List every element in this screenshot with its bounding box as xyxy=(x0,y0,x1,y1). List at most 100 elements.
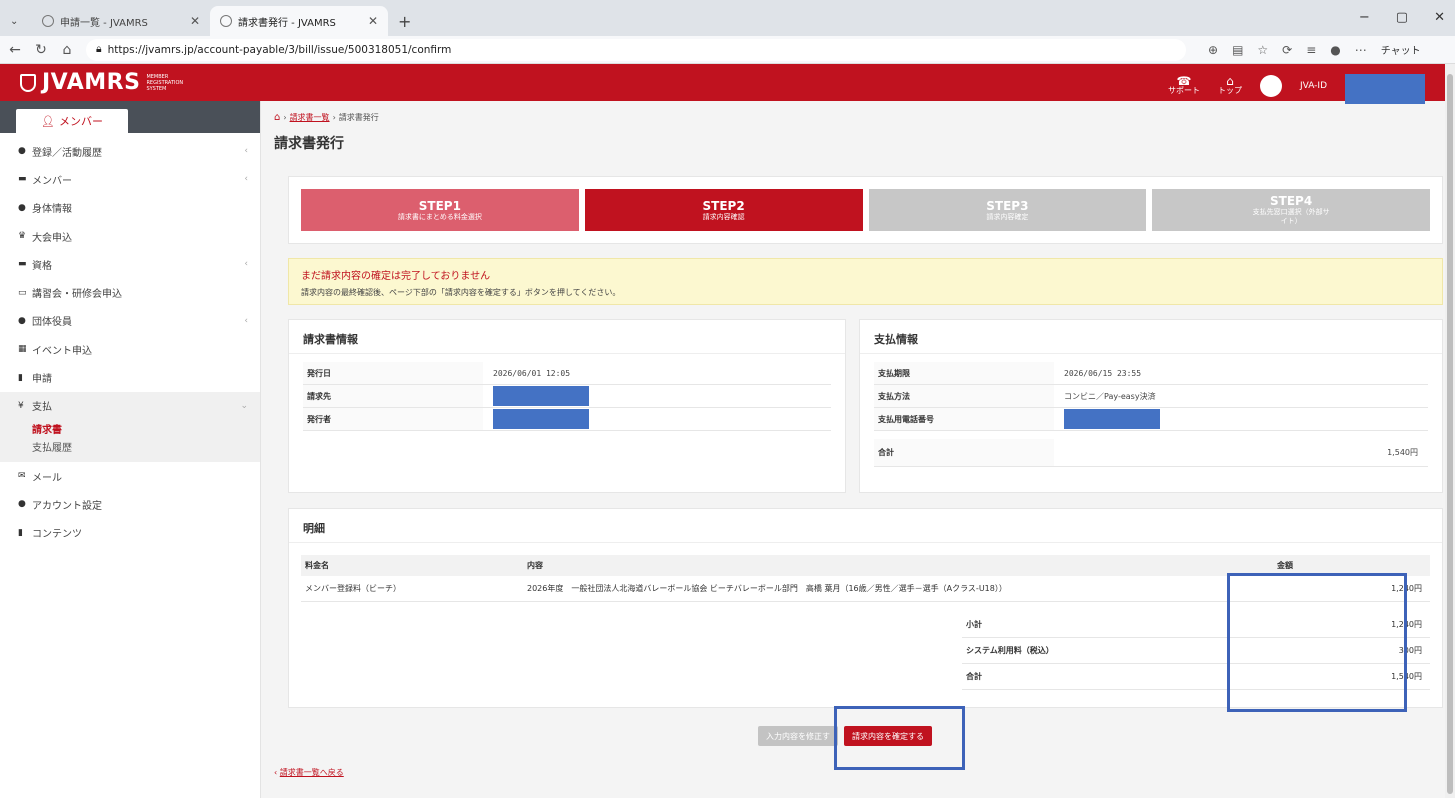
sidebar-item-contents[interactable]: ▮ コンテンツ xyxy=(0,519,260,547)
header-content: 内容 xyxy=(527,561,543,570)
more-icon[interactable]: ⋯ xyxy=(1355,43,1367,57)
issuer-row: 発行者 xyxy=(303,408,831,431)
sidebar-item-label: イベント申込 xyxy=(32,345,92,357)
browser-tab-active[interactable]: 請求書発行 - JVAMRS ✕ xyxy=(210,6,388,36)
sidebar-subitem-invoice[interactable]: 請求書 xyxy=(0,420,260,438)
minimize-icon[interactable]: − xyxy=(1359,10,1370,25)
user-avatar-icon[interactable] xyxy=(1259,75,1282,97)
method-row: 支払方法 コンビニ／Pay-easy決済 xyxy=(874,385,1428,408)
step-3: STEP3 請求内容確定 xyxy=(868,189,1147,231)
extensions-icon[interactable]: ⟳ xyxy=(1282,43,1292,57)
tab-close-icon[interactable]: ✕ xyxy=(190,14,200,28)
due-value: 2026/06/15 23:55 xyxy=(1064,368,1142,378)
mail-icon: ✉ xyxy=(18,471,26,482)
browser-tab-inactive[interactable]: 申請一覧 - JVAMRS ✕ xyxy=(32,6,210,36)
sidebar-item-officer[interactable]: ● 団体役員 ‹ xyxy=(0,307,260,335)
trophy-icon: ♛ xyxy=(18,231,27,242)
sidebar-item-label: 講習会・研修会申込 xyxy=(32,289,122,301)
person-plus-icon: ● xyxy=(18,202,26,213)
tab-favicon-icon xyxy=(42,15,54,27)
step-1: STEP1 請求書にまとめる料金選択 xyxy=(301,189,579,231)
sidebar-item-qualification[interactable]: ▬ 資格 ‹ xyxy=(0,250,260,278)
breadcrumb-link-invoice-list[interactable]: 請求書一覧 xyxy=(290,112,330,123)
url-field[interactable]: 🔒︎ https://jvamrs.jp/account-payable/3/b… xyxy=(86,38,1186,61)
tab-close-icon[interactable]: ✕ xyxy=(368,14,378,28)
back-to-list-link[interactable]: ‹ 請求書一覧へ戻る xyxy=(274,767,344,778)
jvamrs-logo[interactable]: JVAMRS MEMBER REGISTRATION SYSTEM xyxy=(0,70,183,95)
back-arrow-icon[interactable]: ← xyxy=(8,42,22,58)
chevron-left-icon: ‹ xyxy=(244,315,248,326)
lock-icon: 🔒︎ xyxy=(96,43,102,55)
step-title: STEP1 xyxy=(418,198,461,213)
system-fee-label: システム利用料（税込） xyxy=(966,646,1054,655)
tab-list-chevron-icon[interactable]: ⌄ xyxy=(0,6,32,36)
step-title: STEP4 xyxy=(1270,194,1313,208)
redacted-issuer xyxy=(493,409,589,429)
sidebar-item-label: メール xyxy=(32,472,62,484)
sidebar-item-label: アカウント設定 xyxy=(32,500,102,512)
person-icon: ● xyxy=(18,315,26,326)
back-link-text: 請求書一覧へ戻る xyxy=(279,768,344,777)
redacted-bill-to xyxy=(493,386,589,406)
edit-input-button[interactable]: 入力内容を修正す xyxy=(758,726,838,746)
amount-highlight-box xyxy=(1227,573,1407,712)
sidebar-item-course[interactable]: ▭ 講習会・研修会申込 xyxy=(0,278,260,306)
step-title: STEP2 xyxy=(702,198,745,213)
due-row: 支払期限 2026/06/15 23:55 xyxy=(874,362,1428,385)
step-sub: 請求内容確認 xyxy=(702,212,745,221)
home-icon[interactable]: ⌂ xyxy=(60,42,74,58)
row-fee: メンバー登録料（ビーチ） xyxy=(305,584,401,593)
sidebar-tab-member[interactable]: 👤︎ メンバー xyxy=(16,109,128,133)
support-button[interactable]: ☎ サポート xyxy=(1168,74,1200,96)
refresh-icon[interactable]: ↻ xyxy=(34,42,48,58)
sidebar-item-account[interactable]: ● アカウント設定 xyxy=(0,490,260,518)
sidebar-item-label: コンテンツ xyxy=(32,529,82,541)
breadcrumb-sep: › xyxy=(332,113,336,122)
field-label: 請求先 xyxy=(303,385,483,407)
reader-icon[interactable]: ▤ xyxy=(1232,43,1243,57)
top-button[interactable]: ⌂ トップ xyxy=(1217,75,1242,96)
profile-icon[interactable]: ● xyxy=(1330,43,1340,57)
window-controls: − ▢ ✕ xyxy=(1359,10,1445,25)
sidebar-item-tournament[interactable]: ♛ 大会申込 xyxy=(0,222,260,250)
payment-info-card: 支払情報 支払期限 2026/06/15 23:55 支払方法 コンビニ／Pay-e… xyxy=(859,319,1443,493)
tab-favicon-icon xyxy=(220,15,232,27)
sidebar-item-event[interactable]: ▦ イベント申込 xyxy=(0,335,260,363)
sidebar-item-payment[interactable]: ¥ 支払 ⌄ xyxy=(0,391,260,420)
tab-title: 請求書発行 - JVAMRS xyxy=(238,17,336,29)
new-tab-button[interactable]: + xyxy=(388,6,421,36)
top-label: トップ xyxy=(1217,86,1242,95)
sidebar-item-label: 団体役員 xyxy=(32,317,72,329)
sidebar-item-application[interactable]: ▮ 申請 xyxy=(0,363,260,391)
step-title: STEP3 xyxy=(986,198,1029,213)
breadcrumb-current: 請求書発行 xyxy=(338,113,379,122)
home-icon[interactable]: ⌂ xyxy=(274,112,280,123)
field-label: 合計 xyxy=(874,439,1054,466)
page-scrollbar[interactable] xyxy=(1445,64,1455,798)
sidebar-item-registration[interactable]: ● 登録／活動履歴 ‹ xyxy=(0,137,260,165)
scrollbar-thumb[interactable] xyxy=(1447,74,1453,794)
sidebar-item-member[interactable]: ▬ メンバー ‹ xyxy=(0,165,260,193)
step-sub: 請求内容確定 xyxy=(986,212,1029,221)
phone-row: 支払用電話番号 xyxy=(874,408,1428,431)
sidebar-item-body-info[interactable]: ● 身体情報 xyxy=(0,194,260,222)
field-label: 支払用電話番号 xyxy=(874,408,1054,430)
support-icon: ☎ xyxy=(1176,74,1192,88)
redacted-phone xyxy=(1064,409,1160,429)
sidebar-tab-label: メンバー xyxy=(58,115,103,128)
doc-icon: ▮ xyxy=(18,372,23,383)
tab-title: 申請一覧 - JVAMRS xyxy=(60,17,148,29)
sidebar-subitem-payment-history[interactable]: 支払履歴 xyxy=(0,438,260,456)
sidebar-item-label: 支払 xyxy=(32,402,52,414)
sidebar-item-mail[interactable]: ✉ メール xyxy=(0,462,260,490)
collections-icon[interactable]: ≡ xyxy=(1306,43,1316,57)
people-icon: ● xyxy=(18,499,26,510)
notice-heading: まだ請求内容の確定は完了しておりません xyxy=(301,271,491,282)
phone-value xyxy=(1054,408,1428,430)
main-content: ⌂ › 請求書一覧 › 請求書発行 請求書発行 STEP1 請求書にまとめる料金選… xyxy=(262,101,1445,798)
favorite-star-icon[interactable]: ☆ xyxy=(1257,43,1268,57)
close-window-icon[interactable]: ✕ xyxy=(1434,10,1445,25)
zoom-icon[interactable]: ⊕ xyxy=(1208,43,1218,57)
restore-icon[interactable]: ▢ xyxy=(1396,10,1408,25)
copilot-chat-button[interactable]: チャット xyxy=(1381,42,1421,57)
